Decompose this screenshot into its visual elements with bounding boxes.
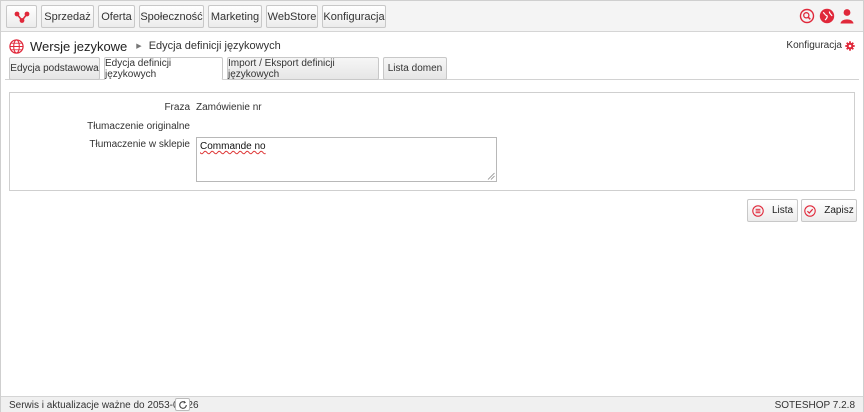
configuration-link[interactable]: Konfiguracja: [786, 40, 855, 51]
nav-item-oferta[interactable]: Oferta: [98, 5, 135, 28]
breadcrumb: Wersje jezykowe ▶ Edycja definicji język…: [9, 37, 281, 55]
breadcrumb-separator-icon: ▶: [136, 43, 142, 50]
tab-edycja-podstawowa[interactable]: Edycja podstawowa: [9, 57, 100, 80]
resize-grip-icon[interactable]: [487, 172, 495, 180]
nav-item-spolecznosc[interactable]: Społeczność: [139, 5, 204, 28]
list-icon: [752, 204, 764, 217]
tab-lista-domen[interactable]: Lista domen: [383, 57, 447, 80]
globe-icon: [9, 38, 24, 54]
translation-form-panel: Fraza Zamówienie nr Tłumaczenie original…: [9, 92, 855, 191]
top-navigation-bar: Sprzedaż Oferta Społeczność Marketing We…: [1, 1, 863, 32]
soteshop-logo-icon: [14, 11, 29, 23]
footer-bar: Serwis i aktualizacje ważne do 2053-08-2…: [1, 396, 863, 412]
shop-translation-label: Tłumaczenie w sklepie: [89, 139, 190, 150]
version-label: SOTESHOP 7.2.8: [774, 400, 855, 411]
user-icon[interactable]: [839, 8, 855, 24]
search-icon[interactable]: [799, 8, 815, 24]
list-button[interactable]: Lista: [747, 199, 798, 222]
nav-item-webstore[interactable]: WebStore: [266, 5, 318, 28]
refresh-button[interactable]: [175, 398, 190, 411]
globe-icon[interactable]: [819, 8, 835, 24]
home-logo-button[interactable]: [6, 5, 37, 28]
shop-translation-text: Commande no: [200, 141, 266, 152]
nav-item-sprzedaz[interactable]: Sprzedaż: [41, 5, 94, 28]
original-translation-label: Tłumaczenie originalne: [87, 121, 190, 132]
phrase-label: Fraza: [164, 102, 190, 113]
phrase-value: Zamówienie nr: [196, 102, 262, 113]
shop-translation-textarea[interactable]: Commande no: [196, 137, 497, 182]
save-button[interactable]: Zapisz: [801, 199, 857, 222]
tab-edycja-definicji[interactable]: Edycja definicji językowych: [104, 57, 223, 80]
nav-item-marketing[interactable]: Marketing: [208, 5, 262, 28]
list-button-label: Lista: [771, 205, 794, 216]
configuration-link-label: Konfiguracja: [786, 40, 842, 51]
breadcrumb-title-link[interactable]: Wersje jezykowe: [30, 39, 127, 54]
gear-icon: [845, 40, 855, 51]
refresh-icon: [178, 400, 187, 409]
top-right-icons: [799, 8, 855, 24]
nav-item-konfiguracja[interactable]: Konfiguracja: [322, 5, 386, 28]
service-validity-text: Serwis i aktualizacje ważne do 2053-08-2…: [9, 400, 199, 411]
breadcrumb-current: Edycja definicji językowych: [148, 40, 281, 52]
checkmark-icon: [804, 204, 817, 217]
save-button-label: Zapisz: [824, 205, 854, 216]
tab-import-eksport[interactable]: Import / Eksport definicji językowych: [227, 57, 379, 80]
